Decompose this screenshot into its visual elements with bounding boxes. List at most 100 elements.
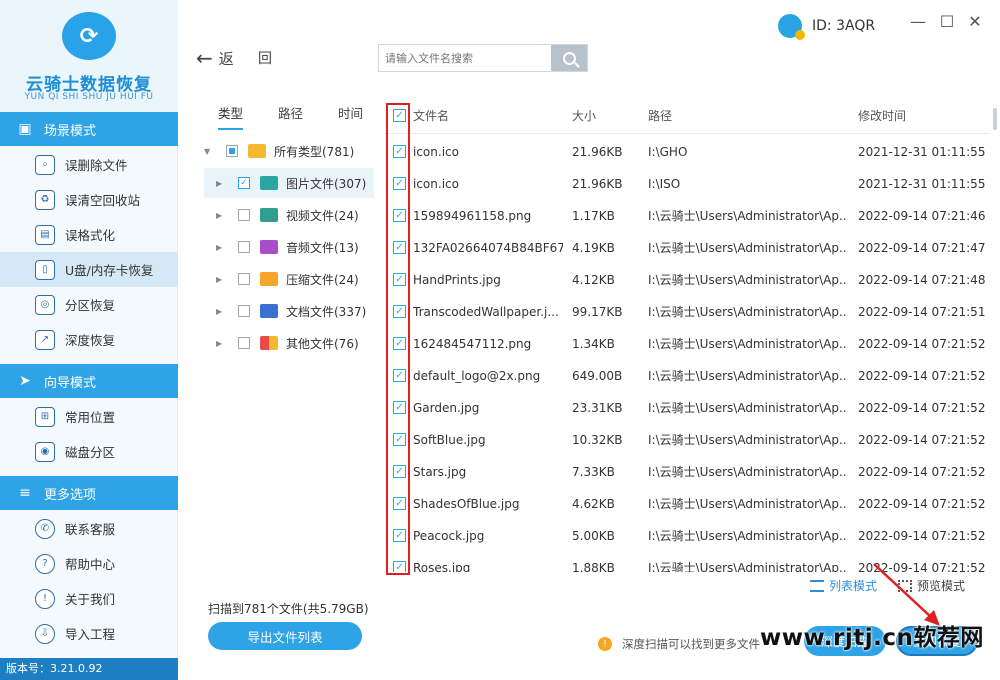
user-id[interactable]: ID: 3AQR	[778, 14, 876, 40]
sidebar-item-label: 帮助中心	[65, 557, 116, 572]
sidebar-item-deleted-files[interactable]: ⌕ 误删除文件	[0, 147, 178, 182]
cell-file-name: ShadesOfBlue.jpg	[413, 497, 520, 511]
tree-item-label: 所有类型(781)	[274, 144, 355, 159]
sidebar-item-label: 常用位置	[65, 410, 116, 425]
tab-type[interactable]: 类型	[218, 100, 244, 130]
sidebar-item-label: 深度恢复	[65, 333, 116, 348]
table-row[interactable]: ✓ Garden.jpg 23.31KB I:\云骑士\Users\Administr…	[384, 392, 990, 424]
tree-item-label: 音频文件(13)	[286, 240, 359, 255]
column-header-size[interactable]: 大小	[572, 100, 596, 134]
sidebar-item-disk-partition[interactable]: ◉ 磁盘分区	[0, 434, 178, 469]
expand-right-icon[interactable]: ▶	[216, 211, 228, 220]
sidebar-item-common-locations[interactable]: ⊞ 常用位置	[0, 399, 178, 434]
cell-file-path: I:\云骑士\Users\Administrator\Ap...	[648, 369, 848, 383]
expand-right-icon[interactable]: ▶	[216, 243, 228, 252]
tree-checkbox[interactable]	[226, 145, 238, 157]
export-file-list-button[interactable]: 导出文件列表	[208, 622, 362, 650]
table-row[interactable]: ✓ 162484547112.png 1.34KB I:\云骑士\Users\Admi…	[384, 328, 990, 360]
table-scrollbar[interactable]	[993, 108, 997, 130]
table-row[interactable]: ✓ icon.ico 21.96KB I:\ISO 2021-12-31 01:11:5…	[384, 168, 990, 200]
search-input[interactable]	[379, 45, 551, 71]
table-row[interactable]: ✓ SoftBlue.jpg 10.32KB I:\云骑士\Users\Adminis…	[384, 424, 990, 456]
sidebar-item-label: 误删除文件	[65, 158, 128, 173]
cell-modified-time: 2022-09-14 07:21:52	[858, 337, 986, 351]
sidebar-item-about-us[interactable]: ! 关于我们	[0, 581, 178, 616]
table-row[interactable]: ✓ HandPrints.jpg 4.12KB I:\云骑士\Users\Admini…	[384, 264, 990, 296]
menu-icon: ≡	[19, 485, 31, 501]
cell-modified-time: 2022-09-14 07:21:52	[858, 401, 986, 415]
list-icon	[810, 579, 824, 592]
minimize-icon[interactable]: —	[908, 12, 928, 31]
tree-item-audio[interactable]: ▶ 音频文件(13)	[204, 232, 374, 262]
tree-checkbox[interactable]	[238, 209, 250, 221]
sidebar-item-import-project[interactable]: ⇩ 导入工程	[0, 616, 178, 651]
cell-modified-time: 2022-09-14 07:21:51	[858, 305, 986, 319]
section-scene-mode[interactable]: ▣ 场景模式	[0, 112, 178, 146]
tab-path[interactable]: 路径	[278, 100, 303, 130]
user-id-label: ID: 3AQR	[812, 18, 876, 34]
expand-right-icon[interactable]: ▶	[216, 179, 228, 188]
import-icon: ⇩	[35, 623, 55, 644]
tab-time[interactable]: 时间	[338, 100, 363, 130]
table-row[interactable]: ✓ ShadesOfBlue.jpg 4.62KB I:\云骑士\Users\Admi…	[384, 488, 990, 520]
sidebar-item-contact-support[interactable]: ✆ 联系客服	[0, 511, 178, 546]
tree-checkbox[interactable]	[238, 273, 250, 285]
close-icon[interactable]: ✕	[965, 12, 985, 31]
cell-file-name: Garden.jpg	[413, 401, 480, 415]
tree-checkbox[interactable]	[238, 337, 250, 349]
cell-modified-time: 2022-09-14 07:21:52	[858, 465, 986, 479]
table-row[interactable]: ✓ TranscodedWallpaper.j... 99.17KB I:\云骑士\U…	[384, 296, 990, 328]
tree-item-documents[interactable]: ▶ 文档文件(337)	[204, 296, 374, 326]
table-row[interactable]: ✓ Peacock.jpg 5.00KB I:\云骑士\Users\Administr…	[384, 520, 990, 552]
back-button[interactable]: ← 返	[196, 46, 234, 70]
partition-icon: ◎	[35, 294, 55, 315]
expand-right-icon[interactable]: ▶	[216, 339, 228, 348]
table-row[interactable]: ✓ 132FA02664074B84BF67... 4.19KB I:\云骑士\Use…	[384, 232, 990, 264]
user-avatar-icon	[778, 14, 805, 40]
cell-modified-time: 2021-12-31 01:11:55	[858, 145, 986, 159]
sidebar-item-usb-card[interactable]: ▯ U盘/内存卡恢复	[0, 252, 178, 287]
column-header-path[interactable]: 路径	[648, 100, 672, 134]
expand-right-icon[interactable]: ▶	[216, 307, 228, 316]
list-mode-toggle[interactable]: 列表模式	[810, 577, 877, 594]
expand-down-icon[interactable]: ▼	[204, 147, 216, 156]
table-row[interactable]: ✓ default_logo@2x.png 649.00B I:\云骑士\Users\…	[384, 360, 990, 392]
tree-checkbox[interactable]	[238, 241, 250, 253]
cell-file-path: I:\云骑士\Users\Administrator\Ap...	[648, 305, 848, 319]
sidebar-item-format[interactable]: ▤ 误格式化	[0, 217, 178, 252]
filter-tabs: 类型 路径 时间	[208, 100, 368, 130]
cell-modified-time: 2022-09-14 07:21:52	[858, 433, 986, 447]
document-file-icon	[260, 304, 278, 318]
tree-checkbox[interactable]: ✓	[238, 177, 250, 189]
cell-modified-time: 2022-09-14 07:21:48	[858, 273, 986, 287]
sidebar-item-partition[interactable]: ◎ 分区恢复	[0, 287, 178, 322]
sidebar-item-deep-recovery[interactable]: ↗ 深度恢复	[0, 322, 178, 357]
logo-subtitle: YUN QI SHI SHU JU HUI FU	[24, 92, 154, 102]
expand-right-icon[interactable]: ▶	[216, 275, 228, 284]
cell-file-name: Peacock.jpg	[413, 529, 485, 543]
sidebar-item-recycle-bin[interactable]: ♻ 误清空回收站	[0, 182, 178, 217]
tree-item-videos[interactable]: ▶ 视频文件(24)	[204, 200, 374, 230]
table-row[interactable]: ✓ 159894961158.png 1.17KB I:\云骑士\Users\Admi…	[384, 200, 990, 232]
tree-item-others[interactable]: ▶ 其他文件(76)	[204, 328, 374, 358]
column-header-mtime[interactable]: 修改时间	[858, 100, 906, 134]
cell-modified-time: 2022-09-14 07:21:52	[858, 529, 986, 543]
cell-file-size: 649.00B	[572, 369, 623, 383]
table-row[interactable]: ✓ Stars.jpg 7.33KB I:\云骑士\Users\Administrat…	[384, 456, 990, 488]
tree-item-label: 其他文件(76)	[286, 336, 359, 351]
back-label-2[interactable]: 回	[258, 48, 272, 68]
section-guide-mode[interactable]: ➤ 向导模式	[0, 364, 178, 398]
picture-icon: ▣	[18, 121, 32, 137]
table-row[interactable]: ✓ icon.ico 21.96KB I:\GHO 2021-12-31 01:11:5…	[384, 136, 990, 168]
tree-item-all-types[interactable]: ▼ 所有类型(781)	[204, 136, 374, 166]
section-more-options[interactable]: ≡ 更多选项	[0, 476, 178, 510]
maximize-icon[interactable]: ☐	[937, 12, 957, 31]
tree-checkbox[interactable]	[238, 305, 250, 317]
tree-item-archives[interactable]: ▶ 压缩文件(24)	[204, 264, 374, 294]
sidebar-item-help-center[interactable]: ? 帮助中心	[0, 546, 178, 581]
column-header-name[interactable]: 文件名	[413, 100, 449, 134]
sidebar-item-label: 误清空回收站	[65, 193, 141, 208]
cell-file-path: I:\云骑士\Users\Administrator\Ap...	[648, 497, 848, 511]
search-button[interactable]	[551, 45, 587, 71]
tree-item-images[interactable]: ▶ ✓ 图片文件(307)	[204, 168, 374, 198]
